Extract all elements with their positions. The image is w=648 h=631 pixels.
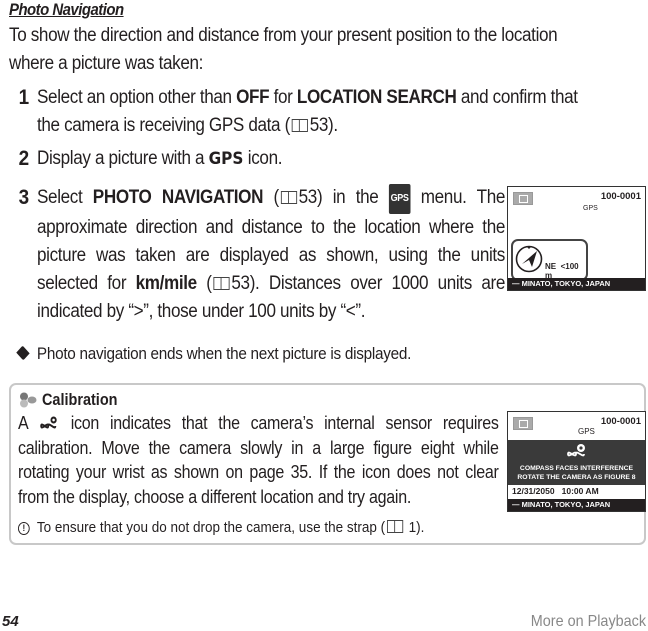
note-text: Photo navigation ends when the next pict… [36, 344, 412, 363]
gps-label: GPS [578, 427, 595, 436]
option-km-mile: km/mile [135, 273, 198, 294]
file-number: 100-0001 [600, 191, 641, 202]
step-3: 3 Select PHOTO NAVIGATION (53) in the GP… [18, 184, 505, 334]
tag-icon [16, 345, 30, 361]
page-ref: 53 [231, 273, 250, 294]
note: Photo navigation ends when the next pict… [16, 344, 412, 364]
page-number: 54 [2, 613, 19, 630]
navigation-box: NE <100 m [511, 239, 588, 281]
direction: NE [545, 262, 557, 271]
playback-icon [513, 192, 533, 205]
text: icon indicates that the camera’s interna… [18, 413, 499, 507]
text: ). [328, 115, 338, 136]
text: A [18, 413, 39, 433]
intro-line-2: where a picture was taken: [9, 53, 204, 74]
text: icon. [243, 148, 283, 169]
page-ref: 53 [298, 187, 318, 208]
option-photo-navigation: PHOTO NAVIGATION [92, 187, 264, 208]
text: Select an option other than [37, 87, 237, 108]
step-1: 1 Select an option other than OFF for LO… [18, 84, 648, 140]
option-off: OFF [236, 87, 270, 108]
step-number: 2 [18, 147, 30, 170]
message-line-1: COMPASS FACES INTERFERENCE [519, 464, 634, 472]
step-text: Select PHOTO NAVIGATION (53) in the GPS … [37, 184, 505, 326]
text: for [269, 87, 297, 108]
book-icon [280, 191, 297, 204]
location-bar: — MINATO, TOKYO, JAPAN [508, 278, 645, 290]
camera-screen-photo-navigation: 100-0001 GPS NE <100 m — MINATO, TOKYO, … [507, 186, 646, 291]
calibration-message-panel: COMPASS FACES INTERFERENCE ROTATE THE CA… [508, 440, 645, 485]
caution-note: ! To ensure that you do not drop the came… [18, 519, 424, 536]
text: Display a picture with a [37, 148, 209, 169]
book-icon [386, 520, 404, 533]
page-ref: 53 [309, 115, 329, 136]
camera-screen-calibration: 100-0001 GPS COMPASS FACES INTERFERENCE … [507, 411, 646, 512]
step-number: 1 [18, 86, 30, 109]
intro-text: To show the direction and distance from … [9, 22, 585, 78]
figure-eight-icon [40, 416, 57, 429]
text: ). [416, 519, 425, 536]
book-icon [213, 277, 230, 290]
book-icon [291, 119, 308, 132]
time: 10:00 AM [561, 486, 599, 496]
intro-line-1: To show the direction and distance from … [9, 25, 558, 46]
file-number: 100-0001 [600, 416, 641, 427]
calibration-text: A icon indicates that the camera’s inter… [18, 411, 499, 509]
step-number: 3 [18, 186, 30, 209]
message-line-2: ROTATE THE CAMERA AS FIGURE 8 [517, 474, 636, 481]
text: the camera is receiving GPS data ( [37, 115, 290, 136]
option-location-search: LOCATION SEARCH [296, 87, 457, 108]
figure-eight-icon [566, 444, 585, 457]
section-name: More on Playback [530, 613, 646, 630]
calibration-title: Calibration [42, 390, 118, 409]
compass-icon [515, 245, 543, 273]
playback-icon [513, 417, 533, 430]
caution-icon: ! [18, 522, 30, 535]
calibration-header-icon [20, 392, 37, 408]
text: ) in the [316, 187, 389, 208]
section-title: Photo Navigation [9, 0, 124, 19]
location-bar: — MINATO, TOKYO, JAPAN [508, 499, 645, 511]
gps-label: GPS [583, 205, 598, 212]
gps-icon: GPS [208, 149, 244, 169]
step-text: Select an option other than OFF for LOCA… [37, 84, 578, 140]
caution-text: To ensure that you do not drop the camer… [36, 519, 386, 536]
gps-menu-icon: GPS [388, 184, 411, 214]
date: 12/31/2050 [512, 486, 555, 496]
date-time: 12/31/2050 10:00 AM [512, 486, 599, 496]
text: Select [37, 187, 93, 208]
step-text: Display a picture with a GPS icon. [37, 145, 282, 173]
step-2: 2 Display a picture with a GPS icon. [18, 145, 648, 173]
text: and confirm that [456, 87, 578, 108]
